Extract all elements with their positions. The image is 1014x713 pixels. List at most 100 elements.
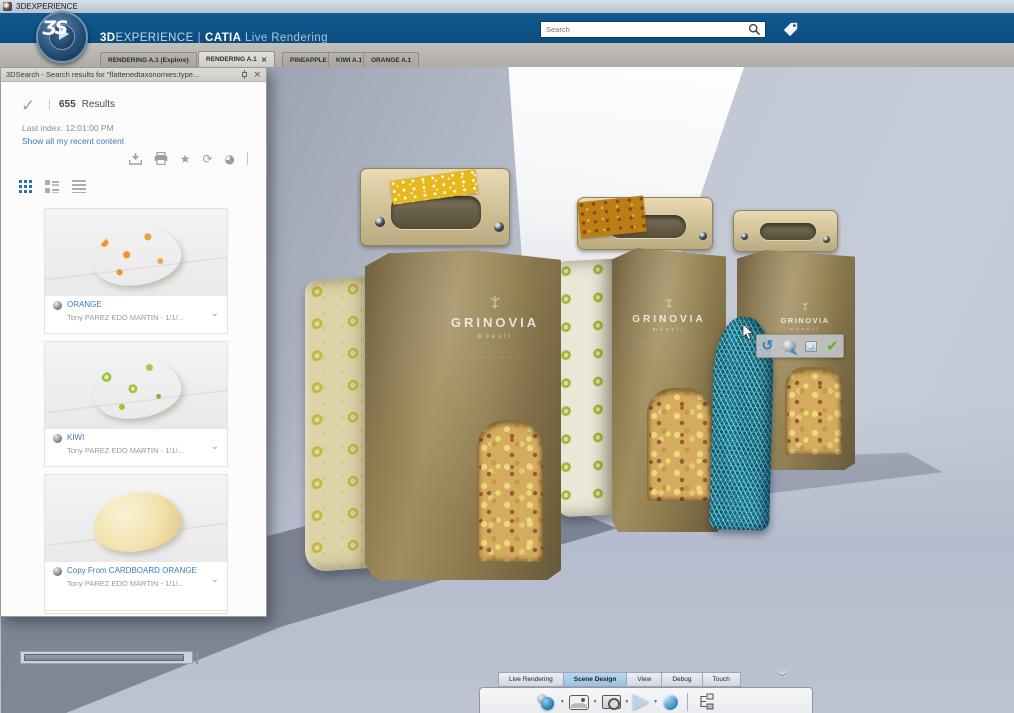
app-title: 3DEXPERIENCE|CATIA Live Rendering	[100, 32, 328, 44]
bag-window-muesli	[785, 367, 842, 455]
package-branding: GRINOVIA müesli ·················	[624, 296, 714, 347]
search-input[interactable]	[541, 25, 748, 34]
dropdown-arrow-icon[interactable]: ▾	[561, 699, 564, 705]
bag-model-front[interactable]: GRINOVIA müesli ·················	[303, 166, 563, 581]
tab-label: Live Rendering	[509, 676, 553, 683]
tag-icon[interactable]	[782, 21, 800, 37]
thumbnail-list-view-icon[interactable]	[45, 180, 59, 193]
brand-leaf-icon	[487, 296, 503, 310]
bag-model-middle[interactable]: GRINOVIA müesli ·················	[552, 195, 724, 540]
apply-material-icon[interactable]	[782, 340, 796, 352]
actionbar-tab-debug[interactable]: Debug	[661, 672, 701, 687]
tab-rendering-explore[interactable]: RENDERING A.1 (Explore)	[100, 52, 197, 67]
pin-panel-icon[interactable]	[240, 70, 249, 79]
search-icon[interactable]	[748, 23, 761, 36]
history-pie-icon[interactable]: ◕	[225, 153, 235, 165]
result-card-kiwi[interactable]: KIWI Tony PAREZ EDO MARTIN - 1/1/... ⌄	[44, 341, 228, 467]
actionbar-tab-scene-design[interactable]: Scene Design	[563, 672, 627, 687]
refresh-icon[interactable]: ⟳	[202, 153, 212, 165]
favorite-star-icon[interactable]: ★	[180, 153, 191, 165]
tab-orange[interactable]: ORANGE A.1	[363, 52, 419, 67]
tab-label: KIWI A.1	[336, 57, 362, 64]
3dsearch-results-panel: 3DSearch - Search results for "flattened…	[0, 67, 267, 617]
tab-close-icon[interactable]: ×	[261, 55, 268, 64]
result-title[interactable]: Copy From CARDBOARD ORANGE	[67, 566, 197, 576]
window-icon	[3, 2, 12, 11]
grid-view-icon[interactable]	[19, 180, 32, 193]
download-icon[interactable]	[129, 153, 142, 165]
package-branding: GRINOVIA müesli ·················	[425, 296, 565, 361]
global-search[interactable]	[540, 21, 766, 38]
kiwi-material-preview	[89, 353, 186, 425]
bag-side-gusset-kiwi[interactable]	[556, 258, 618, 517]
context-action-toolbar: ↺ ✔	[756, 334, 844, 358]
package-dots: ·················	[425, 354, 565, 361]
result-meta: Copy From CARDBOARD ORANGE Tony PAREZ ED…	[45, 562, 227, 594]
rivet	[699, 232, 707, 240]
package-brand-name: GRINOVIA	[425, 315, 565, 330]
bag-handle	[733, 210, 838, 252]
cardboard-material-preview	[89, 486, 186, 558]
chevron-down-icon[interactable]: ⌄	[211, 308, 219, 319]
window-title: 3DEXPERIENCE	[16, 2, 78, 11]
panel-title: 3DSearch - Search results for "flattened…	[6, 70, 199, 79]
tab-label: RENDERING A.1 (Explore)	[108, 57, 189, 64]
list-view-icon[interactable]	[72, 180, 86, 193]
mouse-cursor	[741, 323, 755, 341]
package-dots: ·················	[624, 341, 714, 347]
scrollbar-thumb[interactable]	[24, 654, 184, 661]
scene-graph-icon[interactable]	[697, 693, 715, 711]
lens-sphere-icon[interactable]	[662, 694, 678, 710]
light-icon[interactable]	[633, 694, 649, 710]
environment-icon[interactable]	[569, 695, 589, 710]
brand-divider: |	[198, 32, 201, 44]
show-recent-content-link[interactable]: Show all my recent content	[22, 136, 124, 146]
bag-window-muesli	[647, 388, 712, 501]
result-meta: KIWI Tony PAREZ EDO MARTIN - 1/1/... ⌄	[45, 429, 227, 461]
actionbar-collapse-chevron-icon[interactable]: ﹀	[772, 672, 792, 685]
actionbar-tab-live-rendering[interactable]: Live Rendering	[498, 672, 563, 687]
brand-leaf-icon	[800, 302, 810, 311]
bag-front-face[interactable]: GRINOVIA müesli ·················	[365, 250, 561, 580]
scrollbar-resize-handle[interactable]	[196, 652, 198, 664]
result-card-copy-cardboard-orange[interactable]: Copy From CARDBOARD ORANGE Tony PAREZ ED…	[44, 474, 228, 611]
result-card-orange[interactable]: ORANGE Tony PAREZ EDO MARTIN - 1/1/... ⌄	[44, 208, 228, 334]
tab-label: Scene Design	[574, 676, 617, 683]
actionbar-tab-view[interactable]: View	[626, 672, 661, 687]
result-thumbnail	[45, 475, 227, 562]
dropdown-arrow-icon[interactable]: ▾	[594, 699, 597, 705]
handle-print-strip	[577, 196, 646, 239]
result-title[interactable]: KIWI	[67, 433, 84, 443]
rivet	[375, 217, 385, 227]
actionbar-tab-touch[interactable]: Touch	[702, 672, 741, 687]
orange-material-preview	[89, 220, 186, 292]
chevron-down-icon[interactable]: ⌄	[211, 441, 219, 452]
handle-cutout	[760, 223, 816, 240]
tab-label: ORANGE A.1	[371, 57, 411, 64]
list-divider	[44, 613, 228, 614]
materials-icon[interactable]	[536, 694, 556, 710]
panel-titlebar[interactable]: 3DSearch - Search results for "flattened…	[1, 68, 266, 82]
result-title[interactable]: ORANGE	[67, 300, 102, 310]
chevron-down-icon[interactable]: ⌄	[211, 574, 219, 585]
camera-icon[interactable]	[602, 695, 621, 709]
results-check-icon: ✓	[21, 96, 35, 116]
app-name: CATIA	[205, 32, 241, 44]
dropdown-arrow-icon[interactable]: ▾	[626, 699, 629, 705]
bag-front-face[interactable]: GRINOVIA müesli ·················	[612, 248, 726, 532]
material-properties-icon[interactable]	[805, 341, 817, 352]
print-icon[interactable]	[154, 152, 168, 165]
toolbar-separator	[687, 693, 688, 711]
result-thumbnail	[45, 342, 227, 429]
tab-rendering-active[interactable]: RENDERING A.1 ×	[198, 51, 275, 67]
toolbar-separator	[247, 152, 248, 165]
window-titlebar[interactable]: 3DEXPERIENCE	[0, 0, 1014, 13]
material-sphere-icon	[53, 567, 62, 576]
horizontal-scrollbar[interactable]	[20, 651, 193, 664]
results-label: Results	[82, 99, 115, 110]
confirm-check-icon[interactable]: ✔	[826, 339, 839, 354]
undo-icon[interactable]: ↺	[761, 339, 773, 353]
dropdown-arrow-icon[interactable]: ▾	[654, 699, 657, 705]
close-panel-icon[interactable]: ×	[253, 70, 261, 80]
brand-leaf-icon	[663, 298, 675, 309]
